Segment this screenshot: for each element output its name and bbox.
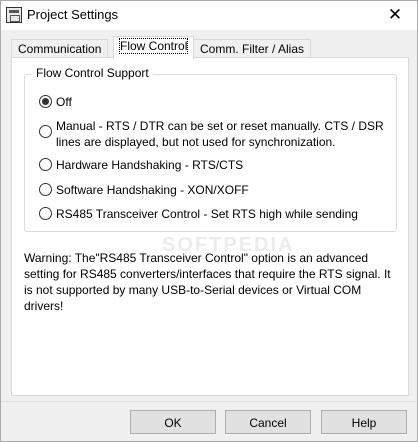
radio-off-label: Off [56,95,72,109]
radio-button[interactable] [39,207,52,220]
project-settings-window: Project Settings ✕ Communication Flow Co… [0,0,418,442]
title-bar: Project Settings ✕ [1,1,417,30]
tab-communication-label: Communication [18,42,102,56]
warning-line: is not supported by many USB-to-Serial d… [24,283,362,297]
tab-communication[interactable]: Communication [11,39,109,58]
warning-line: setting for RS485 converters/interfaces … [24,267,391,281]
warning-line: drivers! [24,299,64,313]
tab-flow-control-label: Flow Control [118,38,189,54]
close-icon[interactable]: ✕ [373,1,417,30]
cancel-button[interactable]: Cancel [225,410,311,434]
window-title: Project Settings [27,7,119,22]
help-button[interactable]: Help [321,410,407,434]
flow-control-panel: SOFTPEDIA Flow Control Support Off Manua… [11,57,409,396]
app-icon [6,7,22,23]
radio-rs485-label: RS485 Transceiver Control - Set RTS high… [56,207,358,221]
radio-hardware-label: Hardware Handshaking - RTS/CTS [56,158,244,172]
radio-button[interactable] [39,95,52,108]
ok-button[interactable]: OK [130,410,216,434]
radio-manual-label: Manual - RTS / DTR can be set or reset m… [56,118,384,150]
radio-button[interactable] [39,125,52,138]
radio-software-label: Software Handshaking - XON/XOFF [56,183,249,197]
radio-manual-label-line2: lines are displayed, but not used for sy… [56,135,336,149]
radio-manual-label-line1: Manual - RTS / DTR can be set or reset m… [56,119,384,133]
tab-comm-filter-alias[interactable]: Comm. Filter / Alias [193,39,312,58]
radio-button[interactable] [39,183,52,196]
group-title: Flow Control Support [32,66,153,80]
tab-comm-filter-alias-label: Comm. Filter / Alias [200,42,305,56]
tab-flow-control[interactable]: Flow Control [113,36,195,59]
radio-button[interactable] [39,158,52,171]
warning-text: Warning: The"RS485 Transceiver Control" … [24,250,394,314]
warning-line: Warning: The"RS485 Transceiver Control" … [24,251,369,265]
footer-divider [1,401,417,402]
